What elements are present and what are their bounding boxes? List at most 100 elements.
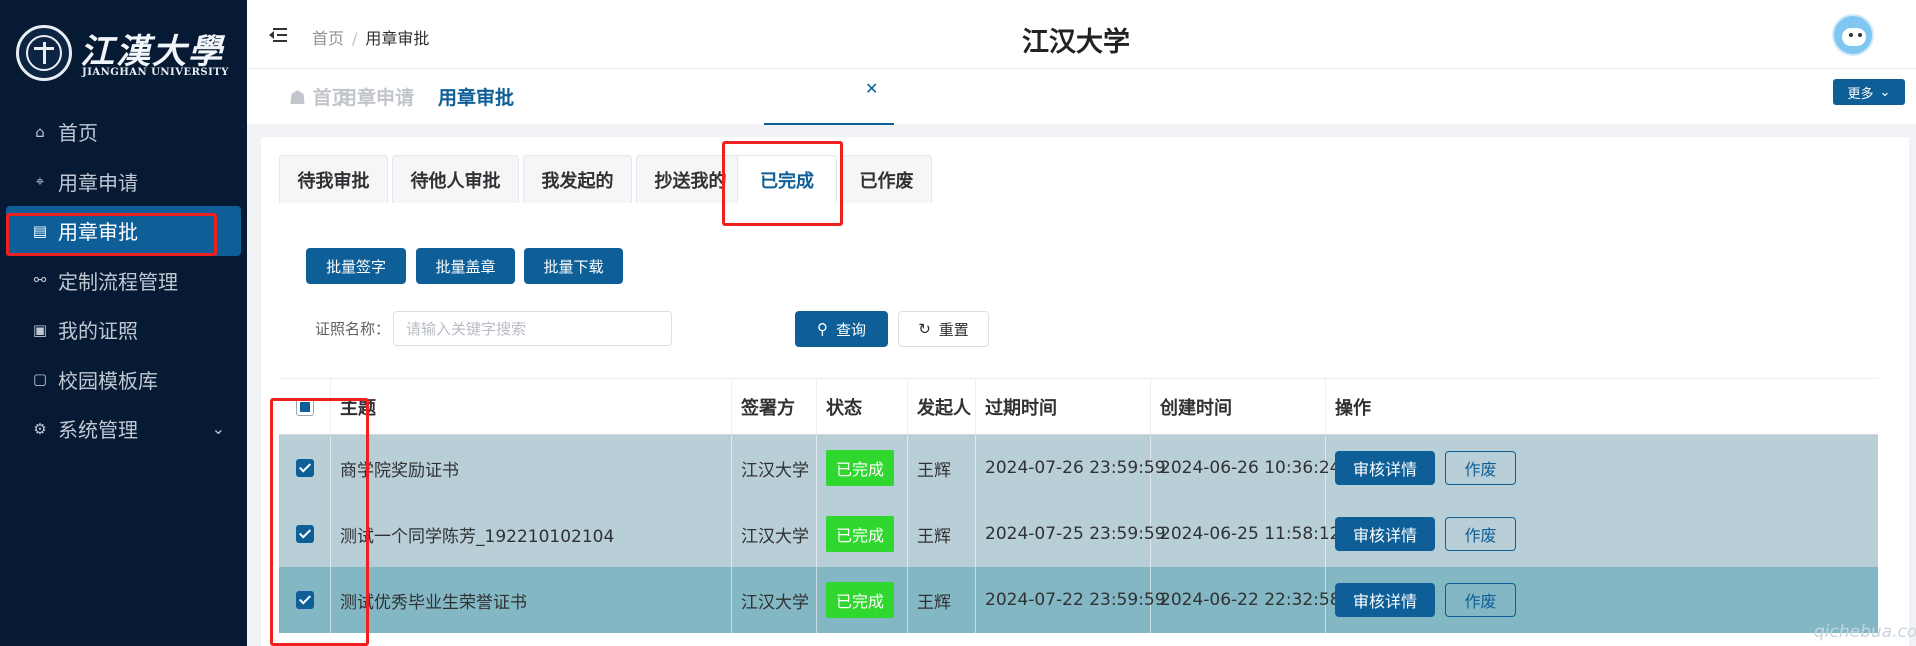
cell-actions: 审核详情 作废 <box>1326 435 1878 501</box>
page-tabs-bar: ☗ 首页 用章申请 用章审批 ✕ <box>247 68 1916 125</box>
university-seal-icon <box>16 25 72 81</box>
column-header-signer[interactable]: 签署方 <box>732 379 817 434</box>
query-button-label: 查询 <box>835 320 866 339</box>
breadcrumb-separator: / <box>352 29 358 48</box>
cell-status: 已完成 <box>817 567 908 633</box>
reset-button[interactable]: ↻ 重置 <box>898 311 989 347</box>
sidebar-item-system-management[interactable]: ⚙ 系统管理 ⌄ <box>0 404 247 454</box>
table-row[interactable]: 测试一个同学陈芳_192210102104 江汉大学 已完成 王辉 2024-0… <box>279 501 1878 567</box>
watermark: qichebua.com <box>1814 622 1916 642</box>
sidebar-item-label: 校园模板库 <box>58 368 158 393</box>
void-button[interactable]: 作废 <box>1445 517 1516 551</box>
query-button[interactable]: ⚲ 查询 <box>795 311 888 347</box>
tab-pending-others[interactable]: 待他人审批 <box>392 155 519 203</box>
cell-create-time: 2024-06-25 11:58:12 <box>1151 501 1341 567</box>
tab-pending-mine[interactable]: 待我审批 <box>279 155 388 203</box>
batch-stamp-button[interactable]: 批量盖章 <box>416 248 515 284</box>
cell-initiator: 王辉 <box>908 567 976 633</box>
user-avatar[interactable] <box>1832 14 1874 56</box>
logo-english-name: JIANGHAN UNIVERSITY <box>82 67 229 78</box>
cell-subject: 测试一个同学陈芳_192210102104 <box>331 501 732 567</box>
active-tab-indicator <box>764 123 894 125</box>
status-badge: 已完成 <box>826 582 895 618</box>
sidebar-item-label: 系统管理 <box>58 418 138 443</box>
void-button[interactable]: 作废 <box>1445 451 1516 485</box>
cell-create-time: 2024-06-22 22:32:58 <box>1151 567 1341 633</box>
cell-subject: 商学院奖励证书 <box>331 435 732 501</box>
batch-download-button[interactable]: 批量下载 <box>524 248 623 284</box>
cell-signer: 江汉大学 <box>732 501 817 567</box>
sidebar-item-my-licenses[interactable]: ▣ 我的证照 <box>0 305 247 355</box>
top-header: 首页 / 用章审批 江汉大学 <box>247 0 1916 68</box>
target-icon: ⌖ <box>35 172 45 191</box>
column-header-create-time[interactable]: 创建时间 <box>1151 379 1326 434</box>
more-button-label: 更多 <box>1847 86 1874 102</box>
cell-initiator: 王辉 <box>908 501 976 567</box>
cell-expire-time: 2024-07-26 23:59:59 <box>976 435 1166 501</box>
highlight-box-completed-tab <box>722 141 843 226</box>
logo-chinese-name: 江漢大學 <box>80 32 224 72</box>
close-icon[interactable]: ✕ <box>865 79 878 98</box>
sidebar-item-seal-apply[interactable]: ⌖ 用章申请 <box>0 157 247 207</box>
license-icon: ▣ <box>32 320 48 339</box>
tab-initiated[interactable]: 我发起的 <box>523 155 632 203</box>
search-icon: ⚲ <box>816 320 828 338</box>
sidebar-item-label: 首页 <box>58 121 98 146</box>
highlight-box-nav <box>6 213 217 256</box>
flow-icon: ⚯ <box>33 271 47 290</box>
sidebar-item-label: 我的证照 <box>58 319 138 344</box>
sidebar-nav: ⌂ 首页 ⌖ 用章申请 ▤ 用章审批 ⚯ 定制流程管理 ▣ 我的证照 ▢ 校园模… <box>0 107 247 454</box>
chevron-down-icon: ⌄ <box>1879 84 1891 100</box>
university-logo[interactable]: 江漢大學 JIANGHAN UNIVERSITY <box>16 22 231 84</box>
sidebar-item-label: 定制流程管理 <box>58 269 178 294</box>
void-button[interactable]: 作废 <box>1445 583 1516 617</box>
sidebar-item-label: 用章申请 <box>58 170 138 195</box>
page-tab-seal-apply[interactable]: 用章申请 <box>338 83 414 110</box>
home-icon: ☗ <box>289 87 307 109</box>
review-details-button[interactable]: 审核详情 <box>1335 451 1435 485</box>
table-row[interactable]: 测试优秀毕业生荣誉证书 江汉大学 已完成 王辉 2024-07-22 23:59… <box>279 567 1878 633</box>
chevron-down-icon[interactable]: ⌄ <box>212 419 225 438</box>
breadcrumb-home[interactable]: 首页 <box>312 29 344 48</box>
template-icon: ▢ <box>32 370 48 389</box>
column-header-actions: 操作 <box>1335 397 1371 419</box>
cell-actions: 审核详情 作废 <box>1326 501 1878 567</box>
cell-signer: 江汉大学 <box>732 435 817 501</box>
batch-sign-button[interactable]: 批量签字 <box>306 248 406 284</box>
refresh-icon: ↻ <box>918 320 931 338</box>
collapse-menu-icon[interactable] <box>269 28 287 44</box>
more-button[interactable]: 更多 ⌄ <box>1833 79 1905 105</box>
column-header-initiator[interactable]: 发起人 <box>908 379 976 434</box>
review-details-button[interactable]: 审核详情 <box>1335 517 1435 551</box>
column-header-expire-time[interactable]: 过期时间 <box>976 379 1151 434</box>
page-tab-label: 用章申请 <box>338 87 415 109</box>
column-header-subject[interactable]: 主题 <box>331 379 732 434</box>
sidebar: 江漢大學 JIANGHAN UNIVERSITY ⌂ 首页 ⌖ 用章申请 ▤ 用… <box>0 0 247 646</box>
status-badge: 已完成 <box>826 450 895 486</box>
cell-expire-time: 2024-07-22 23:59:59 <box>976 567 1166 633</box>
cell-actions: 审核详情 作废 <box>1326 567 1878 633</box>
table-header-row: 主题 签署方 状态 发起人 过期时间 创建时间 操作 <box>279 378 1878 435</box>
license-name-input[interactable] <box>393 311 672 346</box>
app-title: 江汉大学 <box>1022 27 1130 58</box>
breadcrumb: 首页 / 用章审批 <box>312 25 429 49</box>
status-badge: 已完成 <box>826 516 895 552</box>
review-details-button[interactable]: 审核详情 <box>1335 583 1435 617</box>
cell-status: 已完成 <box>817 435 908 501</box>
cell-expire-time: 2024-07-25 23:59:59 <box>976 501 1166 567</box>
highlight-box-checkbox-column <box>270 398 369 646</box>
cell-status: 已完成 <box>817 501 908 567</box>
license-name-label: 证照名称： <box>315 320 391 338</box>
table-row[interactable]: 商学院奖励证书 江汉大学 已完成 王辉 2024-07-26 23:59:59 … <box>279 435 1878 501</box>
tab-voided[interactable]: 已作废 <box>841 155 932 203</box>
page-tab-seal-approval[interactable]: 用章审批 <box>438 83 514 110</box>
breadcrumb-current: 用章审批 <box>365 29 430 48</box>
sidebar-item-templates[interactable]: ▢ 校园模板库 <box>0 355 247 405</box>
column-header-status[interactable]: 状态 <box>817 379 908 434</box>
sidebar-item-flow-management[interactable]: ⚯ 定制流程管理 <box>0 256 247 306</box>
reset-button-label: 重置 <box>938 320 969 339</box>
cell-initiator: 王辉 <box>908 435 976 501</box>
cell-create-time: 2024-06-26 10:36:24 <box>1151 435 1341 501</box>
cell-subject: 测试优秀毕业生荣誉证书 <box>331 567 732 633</box>
sidebar-item-home[interactable]: ⌂ 首页 <box>0 107 247 157</box>
